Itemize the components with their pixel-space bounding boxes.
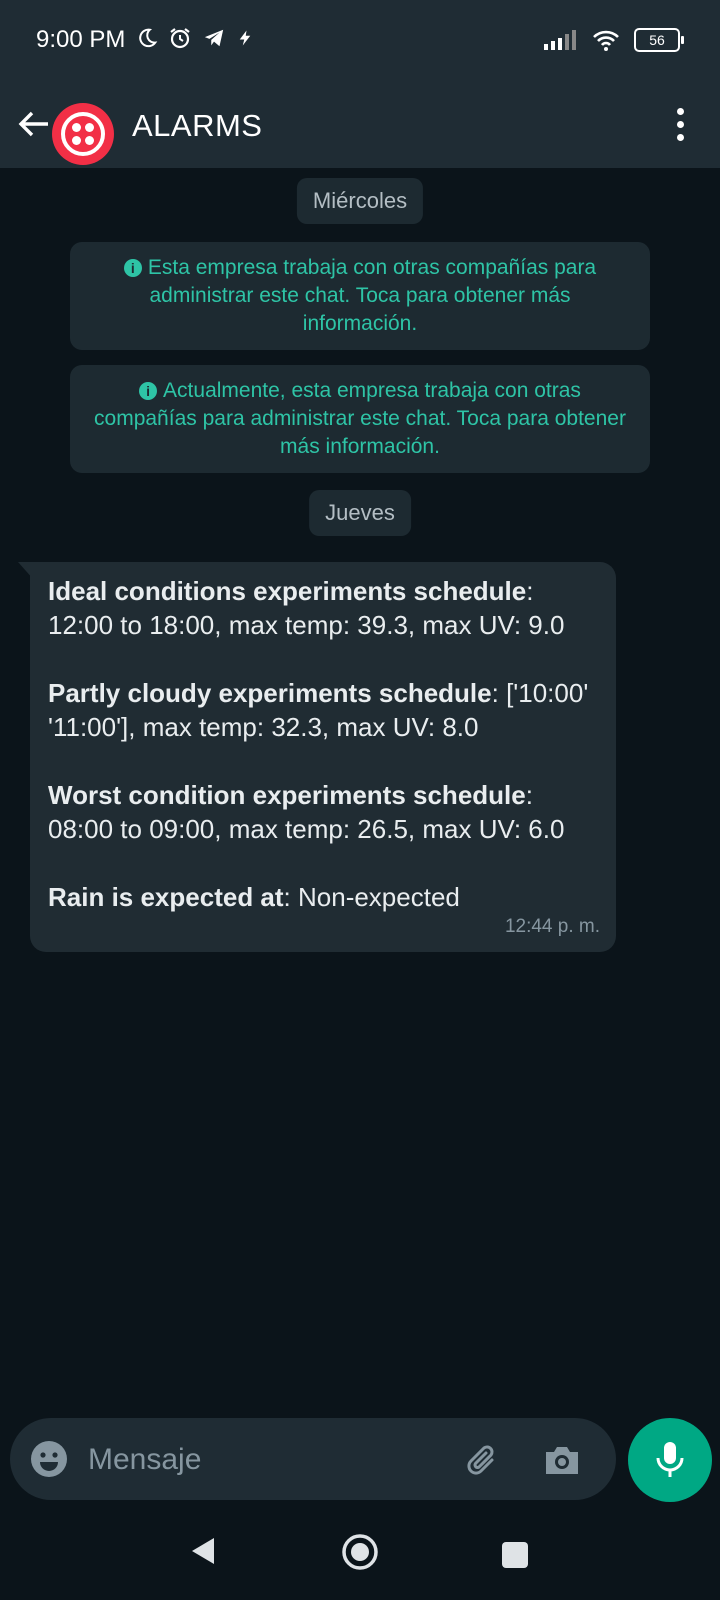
back-arrow-icon[interactable]: [14, 104, 54, 144]
more-options-icon[interactable]: [668, 100, 692, 148]
wifi-icon: [593, 30, 619, 51]
info-icon: i: [123, 259, 142, 277]
alarm-icon: [170, 28, 190, 49]
section-label: Partly cloudy experiments schedule: [48, 678, 492, 708]
chat-area: Miércoles i Esta empresa trabaja con otra…: [0, 168, 720, 1410]
mic-button[interactable]: [628, 1418, 712, 1502]
status-icons-right: 56: [544, 28, 684, 52]
message-time: 12:44 p. m.: [504, 916, 600, 937]
emoji-icon[interactable]: [28, 1438, 70, 1480]
system-message-text: Esta empresa trabaja con otras compañías…: [147, 256, 597, 335]
section-label: Worst condition experiments schedule: [48, 780, 526, 810]
bolt-icon: [239, 30, 251, 46]
battery-icon: 56: [634, 28, 684, 52]
system-message[interactable]: i Esta empresa trabaja con otras compañía…: [70, 242, 650, 350]
section-label: Rain is expected at: [48, 882, 284, 912]
twilio-logo-icon: [61, 112, 105, 156]
input-bar: [10, 1418, 616, 1500]
system-nav-bar: [0, 1512, 720, 1600]
moon-icon: [139, 28, 158, 48]
logo-dot: [72, 136, 81, 145]
status-time: 9:00 PM: [36, 26, 126, 53]
date-chip: Jueves: [309, 490, 411, 536]
avatar[interactable]: [52, 103, 114, 165]
message-bubble[interactable]: Ideal conditions experiments schedule: 1…: [30, 562, 616, 952]
attach-icon[interactable]: [462, 1438, 506, 1482]
logo-dot: [85, 136, 94, 145]
nav-home-icon[interactable]: [340, 1532, 380, 1572]
nav-back-icon[interactable]: [190, 1536, 216, 1566]
logo-dot: [72, 123, 81, 132]
date-chip: Miércoles: [296, 178, 424, 224]
logo-dot: [85, 123, 94, 132]
message-input[interactable]: [86, 1436, 450, 1484]
nav-recents-icon[interactable]: [502, 1542, 528, 1568]
status-icons-left: [136, 26, 254, 50]
mic-icon: [656, 1442, 684, 1477]
signal-icon: [544, 30, 576, 50]
chat-header: ALARMS: [0, 82, 720, 168]
telegram-icon: [204, 29, 224, 47]
message-section: Rain is expected at: Non-expected: [48, 880, 598, 914]
camera-icon[interactable]: [540, 1438, 584, 1482]
system-message[interactable]: i Actualmente, esta empresa trabaja con o…: [70, 365, 650, 473]
system-message-text: Actualmente, esta empresa trabaja con ot…: [94, 379, 626, 458]
section-text: : Non-expected: [283, 882, 460, 912]
chat-title[interactable]: ALARMS: [132, 108, 262, 144]
section-label: Ideal conditions experiments schedule: [48, 576, 527, 606]
status-bar: 9:00 PM 56: [0, 0, 720, 82]
message-section: Partly cloudy experiments schedule: ['10…: [48, 676, 598, 744]
message-section: Worst condition experiments schedule: 08…: [48, 778, 598, 846]
message-section: Ideal conditions experiments schedule: 1…: [48, 574, 598, 642]
info-icon: i: [139, 382, 158, 400]
